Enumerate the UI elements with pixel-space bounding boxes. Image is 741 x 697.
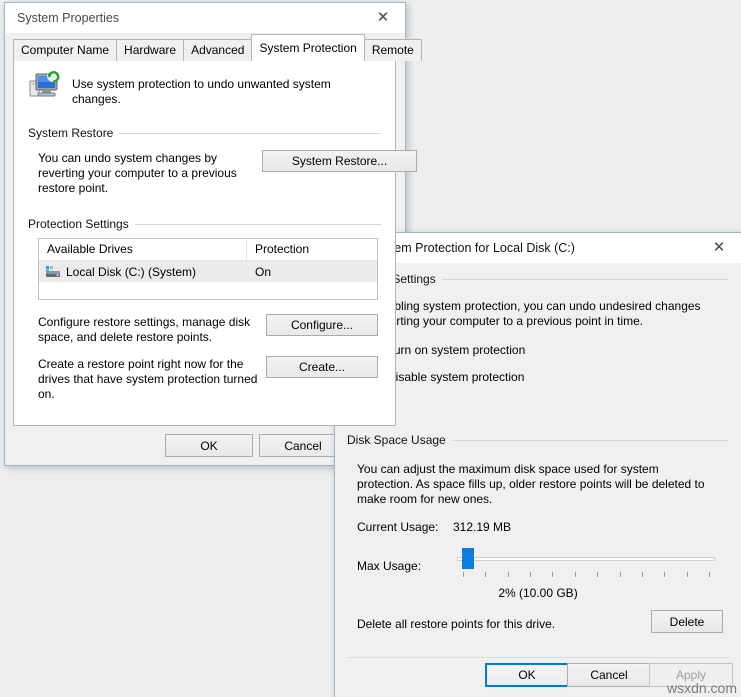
delete-button[interactable]: Delete (651, 610, 723, 633)
delete-restore-points-description: Delete all restore points for this drive… (357, 617, 556, 631)
max-usage-label: Max Usage: (357, 559, 422, 573)
drive-cell: Local Disk (C:) (System) (39, 265, 247, 279)
create-button[interactable]: Create... (266, 356, 378, 378)
slider-track[interactable] (457, 557, 715, 561)
dialog-ok-button[interactable]: OK (485, 663, 569, 687)
configure-description: Configure restore settings, manage disk … (38, 315, 251, 344)
drive-label: Local Disk (C:) (System) (66, 264, 197, 279)
system-protection-dialog-title: System Protection for Local Disk (C:) (370, 241, 575, 255)
disk-space-usage-group: Disk Space Usage You can adjust the maxi… (347, 433, 729, 625)
system-protection-tabpage: Use system protection to undo unwanted s… (13, 60, 417, 426)
watermark: wsxdn.com (666, 680, 737, 696)
available-drives-list[interactable]: Available Drives Protection Local Disk (… (38, 238, 378, 300)
protection-settings-group-label: Protection Settings (28, 217, 135, 231)
table-row[interactable]: Local Disk (C:) (System) On (39, 261, 377, 282)
dialog-cancel-button[interactable]: Cancel (567, 663, 651, 687)
tab-system-protection[interactable]: System Protection (251, 34, 365, 61)
protection-settings-group: Protection Settings Available Drives Pro… (28, 217, 381, 409)
system-protection-icon (29, 70, 60, 97)
system-restore-group: System Restore You can undo system chang… (28, 126, 417, 211)
disk-space-usage-description: You can adjust the maximum disk space us… (357, 462, 705, 506)
system-protection-header-text: Use system protection to undo unwanted s… (72, 77, 331, 106)
slider-value-text: 2% (10.00 GB) (498, 586, 578, 600)
tab-hardware[interactable]: Hardware (116, 39, 185, 61)
hard-drive-icon (46, 265, 60, 277)
list-header: Available Drives Protection (39, 239, 377, 261)
system-properties-ok-button[interactable]: OK (165, 434, 253, 457)
system-restore-group-label: System Restore (28, 126, 120, 140)
radio-label-turn-on: Turn on system protection (387, 343, 526, 357)
current-usage-label: Current Usage: (357, 520, 439, 534)
system-properties-title: System Properties (17, 11, 120, 25)
desktop: System Properties ✕ Computer Name Hardwa… (0, 0, 741, 697)
column-header-available-drives[interactable]: Available Drives (39, 239, 247, 260)
slider-thumb[interactable] (462, 548, 474, 569)
disk-space-usage-group-label: Disk Space Usage (347, 433, 452, 447)
create-description: Create a restore point right now for the… (38, 357, 258, 401)
radio-label-disable: Disable system protection (387, 370, 525, 384)
system-restore-description: You can undo system changes by reverting… (38, 151, 237, 195)
column-header-protection[interactable]: Protection (247, 239, 377, 260)
close-icon[interactable]: ✕ (697, 233, 741, 262)
system-properties-tabs: Computer Name Hardware Advanced System P… (13, 34, 422, 61)
slider-ticks (457, 572, 725, 577)
system-properties-titlebar: System Properties ✕ (5, 3, 405, 33)
footer-divider (347, 657, 729, 658)
tab-advanced[interactable]: Advanced (183, 39, 253, 61)
restore-settings-group: Restore Settings By enabling system prot… (347, 272, 729, 439)
tab-remote[interactable]: Remote (363, 39, 422, 61)
close-icon[interactable]: ✕ (361, 3, 405, 32)
restore-settings-description: By enabling system protection, you can u… (357, 299, 701, 328)
current-usage-value: 312.19 MB (453, 520, 512, 534)
system-restore-button[interactable]: System Restore... (262, 150, 417, 172)
configure-button[interactable]: Configure... (266, 314, 378, 336)
max-usage-slider[interactable] (457, 548, 725, 578)
system-properties-window: System Properties ✕ Computer Name Hardwa… (4, 2, 422, 466)
protection-status-cell: On (255, 264, 272, 279)
tab-computer-name[interactable]: Computer Name (13, 39, 118, 61)
